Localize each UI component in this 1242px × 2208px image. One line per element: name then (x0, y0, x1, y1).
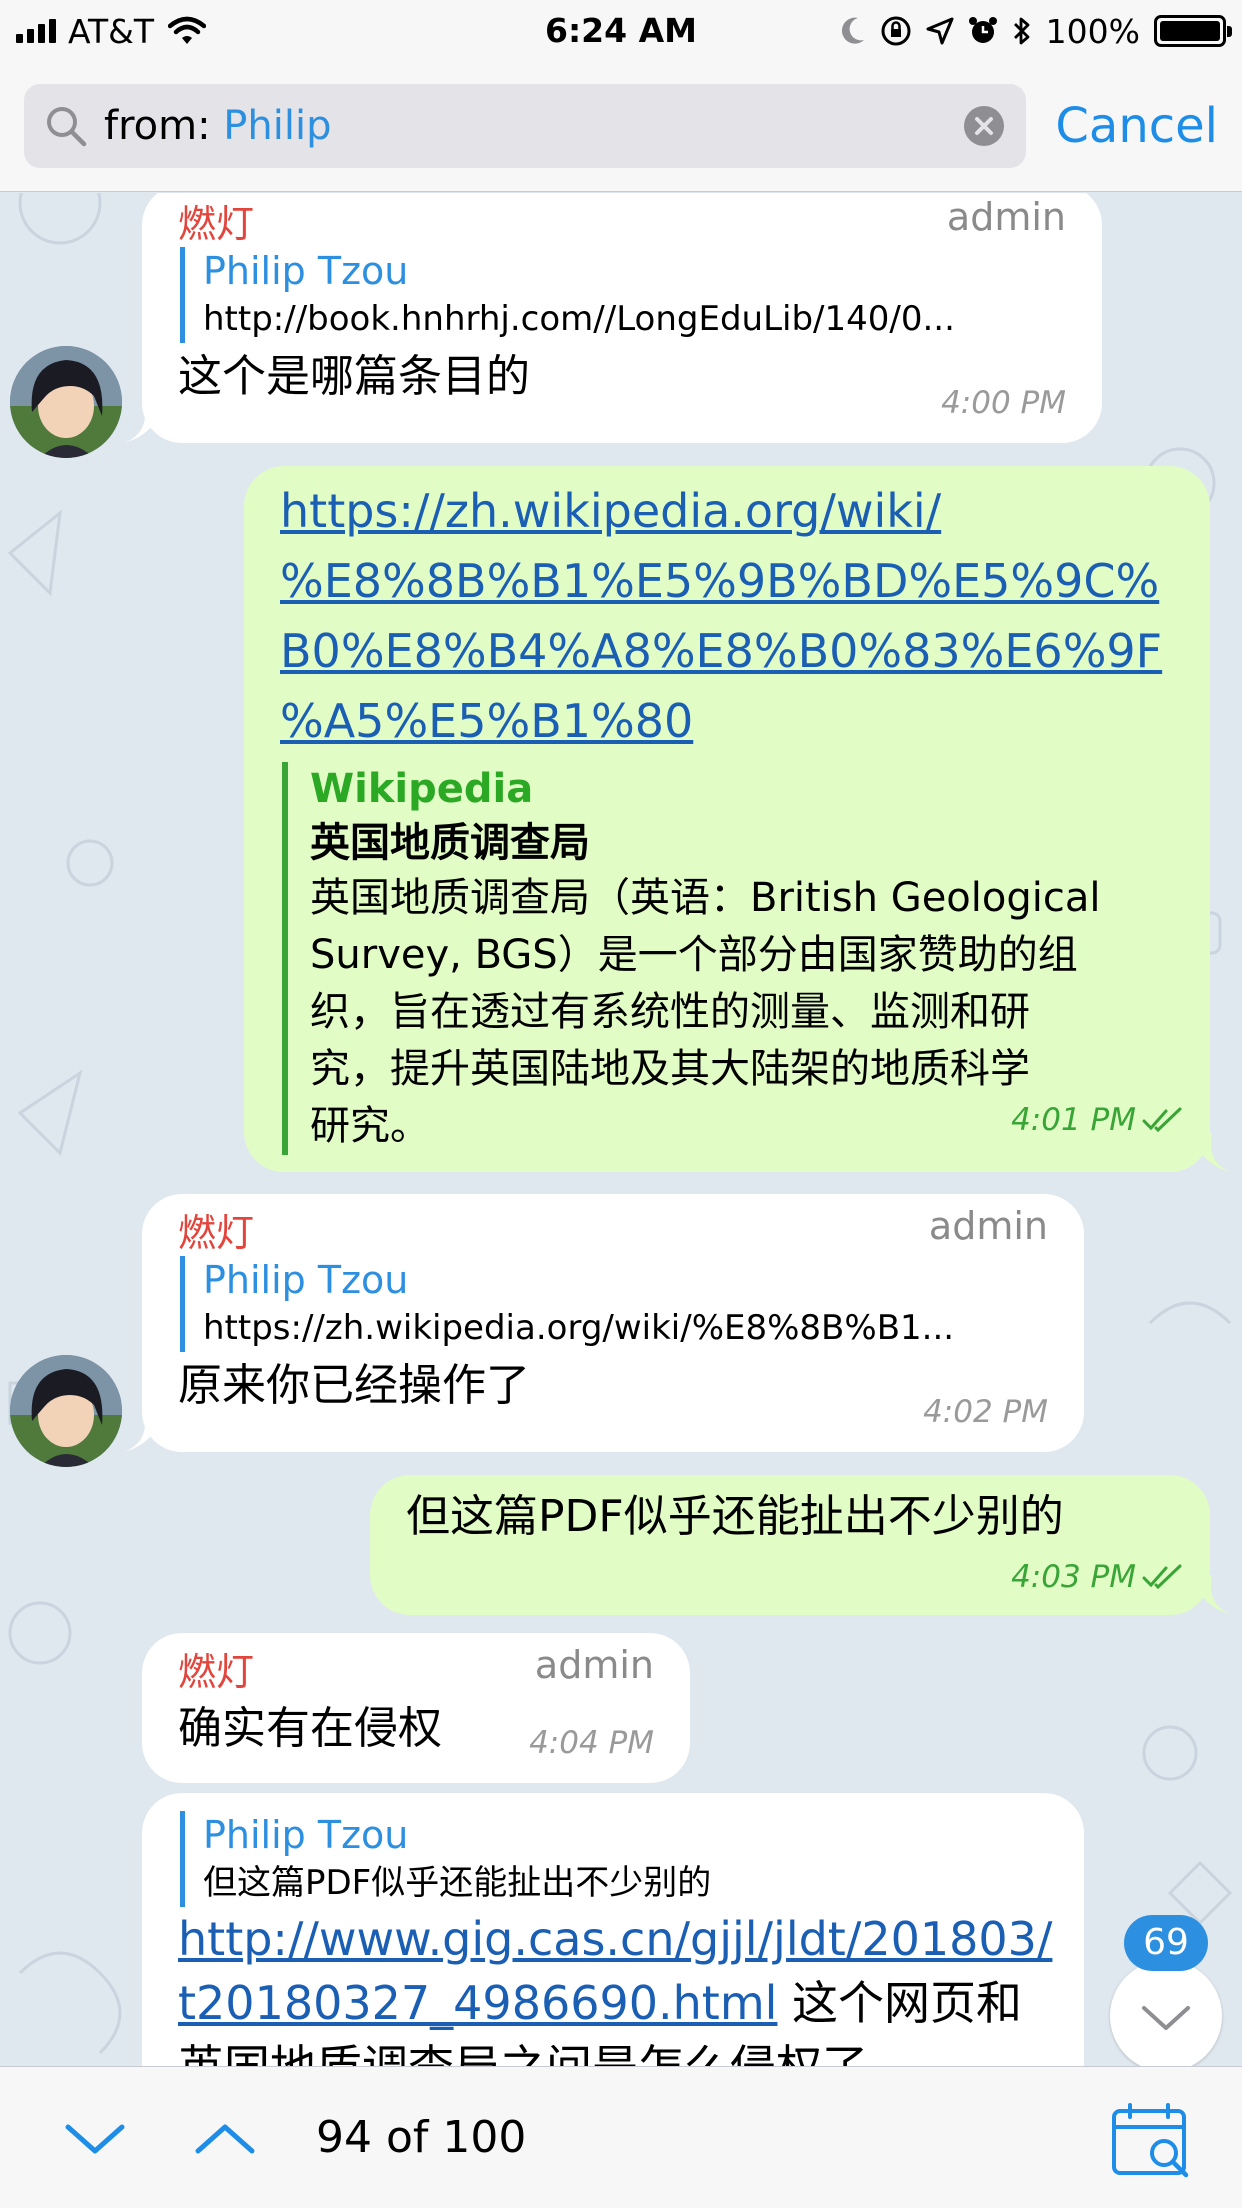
preview-desc-line: 英国地质调查局（英语：British Geological (310, 875, 1101, 921)
message-text-line: 英国地质调查局之间是怎么侵权了 (178, 2035, 1058, 2066)
location-icon (926, 17, 954, 45)
message-text-part: 这个网页和 (777, 1976, 1023, 2030)
reply-quote[interactable]: Philip Tzou https://zh.wikipedia.org/wik… (180, 1256, 1030, 1352)
admin-label: admin (928, 1204, 1048, 1248)
preview-desc-line: 织，旨在透过有系统性的测量、监测和研 (310, 989, 1030, 1035)
chevron-down-icon[interactable] (60, 2111, 130, 2165)
status-right: 100% (840, 10, 1232, 52)
reply-quote[interactable]: Philip Tzou 但这篇PDF似乎还能扯出不少别的 (180, 1811, 1030, 1907)
message-text: 原来你已经操作了 (178, 1360, 530, 1411)
link-line[interactable]: %E8%8B%B1%E5%9B%BD%E5%9C% (280, 546, 1162, 616)
link-line[interactable]: http://www.gig.cas.cn/gjjl/jldt/201803/ (178, 1912, 1052, 1966)
clear-icon[interactable] (964, 106, 1004, 146)
reply-name: Philip Tzou (203, 1813, 409, 1857)
link-line[interactable]: https://zh.wikipedia.org/wiki/ (280, 476, 1162, 546)
reply-name: Philip Tzou (203, 1258, 409, 1302)
message-bubble-incoming[interactable]: 燃灯 admin Philip Tzou http://book.hnhrhj.… (142, 193, 1102, 443)
sender-name[interactable]: 燃灯 (178, 193, 254, 248)
message-text: 确实有在侵权 (178, 1703, 442, 1754)
message-time: 4:03 PM (1011, 1559, 1184, 1595)
bluetooth-icon (1013, 17, 1030, 45)
message-text: http://www.gig.cas.cn/gjjl/jldt/201803/ … (178, 1907, 1058, 2066)
chat-area[interactable]: 燃灯 admin Philip Tzou http://book.hnhrhj.… (0, 193, 1242, 2066)
result-counter: 94 of 100 (316, 2112, 527, 2163)
reply-text: https://zh.wikipedia.org/wiki/%E8%8B%B1.… (203, 1308, 955, 1348)
cancel-button[interactable]: Cancel (1055, 84, 1218, 168)
link-line[interactable]: B0%E8%B4%A8%E8%B0%83%E6%9F (280, 616, 1162, 686)
message-bubble-incoming[interactable]: 燃灯 admin 确实有在侵权 4:04 PM (142, 1633, 690, 1783)
message-text: 但这篇PDF似乎还能扯出不少别的 (406, 1491, 1064, 1542)
calendar-search-icon[interactable] (1110, 2101, 1194, 2181)
rotation-lock-icon (881, 16, 911, 46)
reply-quote[interactable]: Philip Tzou http://book.hnhrhj.com//Long… (180, 247, 1050, 343)
message-time: 4:04 PM (529, 1725, 654, 1761)
search-query-user: Philip (223, 103, 332, 149)
scroll-to-bottom-button[interactable] (1110, 1960, 1222, 2072)
status-bar: AT&T 6:24 AM 100% (0, 0, 1242, 62)
bubble-tail (1194, 1133, 1232, 1173)
link-text[interactable]: https://zh.wikipedia.org/wiki/ %E8%8B%B1… (280, 476, 1162, 756)
preview-site-name: Wikipedia (310, 766, 534, 812)
search-query[interactable]: from: Philip (104, 84, 331, 168)
sender-name[interactable]: 燃灯 (178, 1202, 254, 1257)
reply-text: 但这篇PDF似乎还能扯出不少别的 (203, 1863, 712, 1903)
message-time: 4:01 PM (1011, 1102, 1184, 1138)
battery-percent: 100% (1045, 11, 1140, 51)
bubble-tail (124, 403, 160, 443)
battery-icon (1154, 15, 1232, 47)
avatar[interactable] (10, 1355, 122, 1467)
preview-desc-line: Survey, BGS）是一个部分由国家赞助的组 (310, 932, 1078, 978)
chevron-up-icon[interactable] (190, 2111, 260, 2165)
preview-title: 英国地质调查局 (310, 820, 590, 866)
message-time: 4:02 PM (923, 1394, 1048, 1430)
search-results-toolbar: 94 of 100 (0, 2066, 1242, 2208)
search-icon (47, 107, 87, 147)
link-line[interactable]: %A5%E5%B1%80 (280, 686, 1162, 756)
preview-desc-line: 究，提升英国陆地及其大陆架的地质科学 (310, 1046, 1030, 1092)
bubble-tail (124, 1412, 160, 1452)
message-time-text: 4:01 PM (1011, 1102, 1136, 1138)
chevron-down-icon (1142, 2006, 1190, 2030)
search-bar: from: Philip Cancel (0, 62, 1242, 192)
unread-count-badge: 69 (1124, 1915, 1208, 1971)
read-checkmarks-icon (1142, 1564, 1182, 1590)
message-text: 这个是哪篇条目的 (178, 351, 530, 402)
message-bubble-incoming[interactable]: 燃灯 admin Philip Tzou https://zh.wikipedi… (142, 1194, 1084, 1452)
message-time-text: 4:03 PM (1011, 1559, 1136, 1595)
read-checkmarks-icon (1142, 1107, 1182, 1133)
alarm-icon (968, 17, 997, 43)
reply-name: Philip Tzou (203, 249, 409, 293)
avatar-image (10, 346, 122, 458)
search-prefix: from: (104, 103, 224, 149)
message-bubble-outgoing[interactable]: 但这篇PDF似乎还能扯出不少别的 4:03 PM (370, 1475, 1210, 1615)
search-input[interactable]: from: Philip (24, 84, 1026, 168)
message-bubble-outgoing[interactable]: https://zh.wikipedia.org/wiki/ %E8%8B%B1… (244, 466, 1210, 1172)
moon-icon (841, 17, 864, 44)
admin-label: admin (534, 1643, 654, 1687)
sender-name[interactable]: 燃灯 (178, 1641, 254, 1696)
reply-text: http://book.hnhrhj.com//LongEduLib/140/0… (203, 299, 955, 339)
link-line[interactable]: t20180327_4986690.html (178, 1976, 777, 2030)
avatar-image (10, 1355, 122, 1467)
message-time: 4:00 PM (941, 385, 1066, 421)
bubble-tail (1194, 1575, 1232, 1615)
link-preview[interactable]: Wikipedia 英国地质调查局 英国地质调查局（英语：British Geo… (282, 762, 1182, 1155)
admin-label: admin (946, 195, 1066, 239)
avatar[interactable] (10, 346, 122, 458)
message-bubble-incoming[interactable]: Philip Tzou 但这篇PDF似乎还能扯出不少别的 http://www.… (142, 1793, 1084, 2066)
